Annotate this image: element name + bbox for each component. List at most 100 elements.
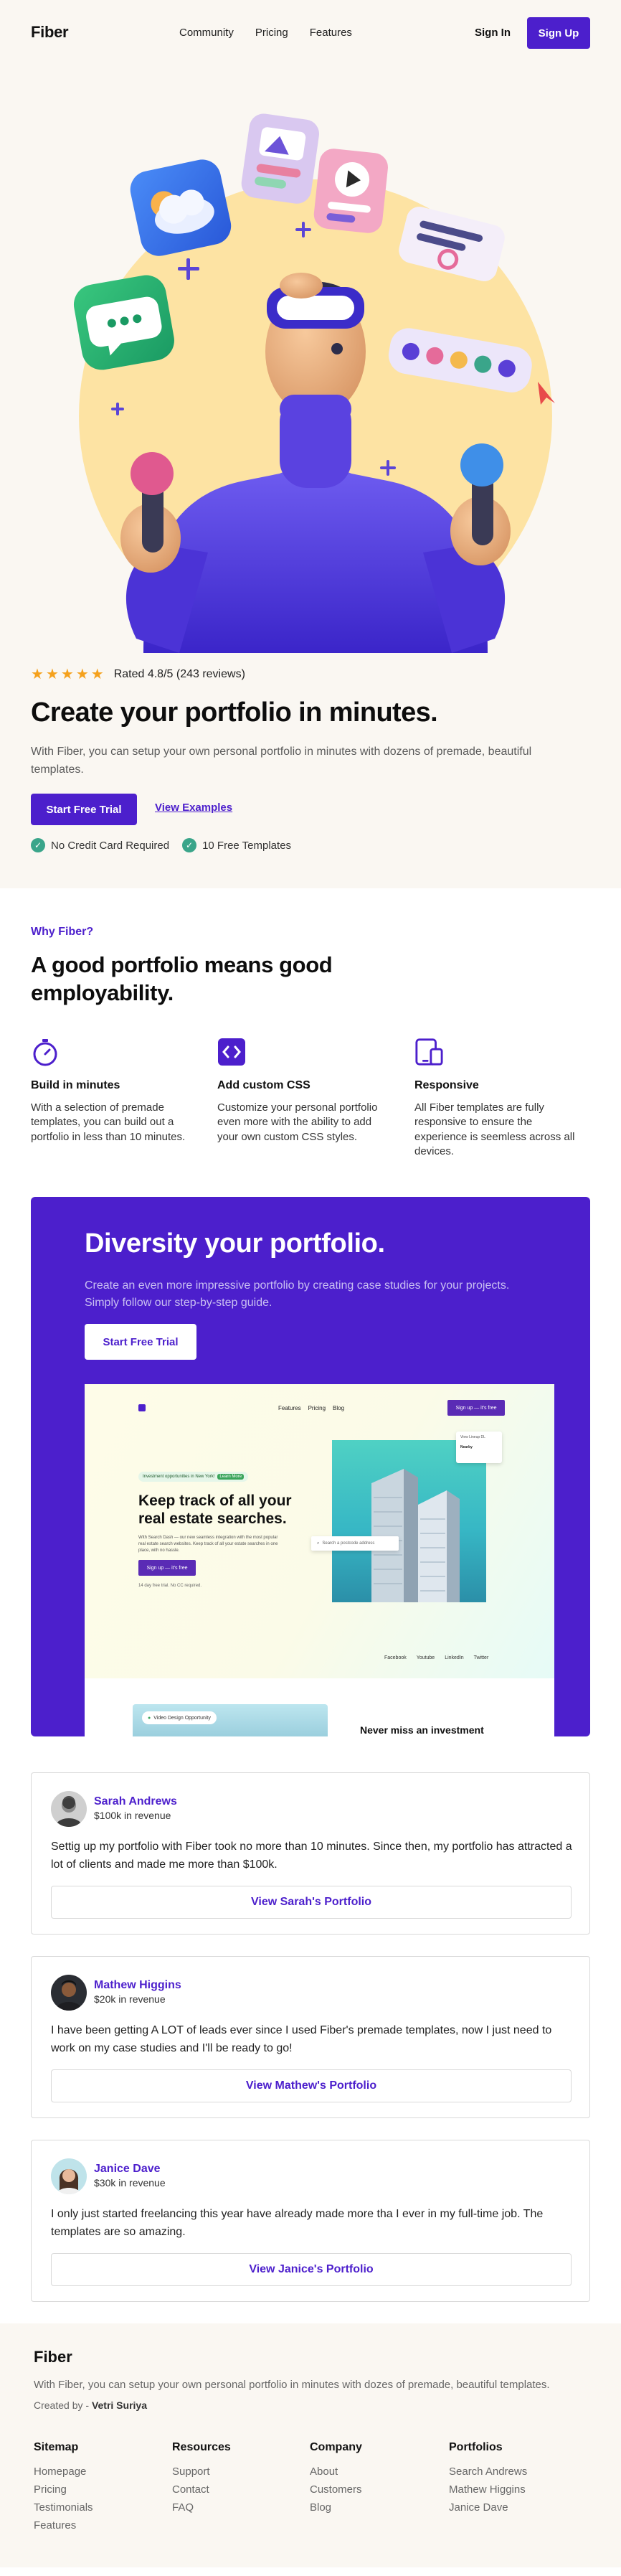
nav-link-features[interactable]: Features [310, 27, 352, 39]
feature-description: Customize your personal portfolio even m… [217, 1101, 378, 1143]
star-icon: ★ [60, 667, 74, 682]
preview-social-links: Facebook Youtube LinkedIn Twitter [384, 1655, 488, 1660]
start-free-trial-button[interactable]: Start Free Trial [31, 794, 137, 825]
preview-signup-button: Sign up — it's free [447, 1400, 505, 1416]
footer-column-title: Resources [172, 2441, 231, 2453]
view-portfolio-button[interactable]: View Janice's Portfolio [51, 2253, 572, 2286]
footer-link[interactable]: Customers [310, 2483, 362, 2496]
footer-column-company: Company About Customers Blog [310, 2441, 362, 2519]
feature-add-custom-css: Add custom CSS Customize your personal p… [217, 1038, 389, 1144]
preview-building-image [332, 1440, 486, 1602]
preview-nav-link: Blog [333, 1405, 345, 1411]
avatar [51, 1791, 87, 1827]
preview-pill-tag: Learn More [217, 1474, 245, 1480]
testimonial-name[interactable]: Sarah Andrews [94, 1795, 177, 1808]
preview-social-link: Youtube [416, 1655, 435, 1660]
hero-section: Fiber Community Pricing Features Sign In… [0, 0, 621, 888]
testimonial-quote: Settig up my portfolio with Fiber took n… [51, 1841, 572, 1871]
testimonial-card: Mathew Higgins $20k in revenue I have be… [31, 1956, 590, 2118]
feature-description: With a selection of premade templates, y… [31, 1101, 186, 1143]
footer-link[interactable]: Testimonials [34, 2501, 93, 2514]
view-examples-link[interactable]: View Examples [155, 802, 232, 814]
nav-links: Community Pricing Features [179, 27, 352, 39]
footer-link[interactable]: Contact [172, 2483, 231, 2496]
preview-search-placeholder: Search a postcode address [322, 1541, 375, 1546]
footer-link[interactable]: Pricing [34, 2483, 93, 2496]
rating: ★ ★ ★ ★ ★ Rated 4.8/5 (243 reviews) [31, 667, 245, 682]
testimonial-name[interactable]: Mathew Higgins [94, 1979, 181, 1992]
search-icon: ⌕ [317, 1541, 320, 1546]
devices-icon [414, 1038, 443, 1066]
testimonial-name[interactable]: Janice Dave [94, 2163, 161, 2176]
preview-note: 14 day free trial. No CC required. [138, 1584, 202, 1588]
feature-title: Add custom CSS [217, 1079, 310, 1091]
feature-responsive: Responsive All Fiber templates are fully… [414, 1038, 587, 1159]
feature-description: All Fiber templates are fully responsive… [414, 1101, 575, 1157]
footer-link[interactable]: Mathew Higgins [449, 2483, 527, 2496]
preview-paragraph: With Search Dash — our new seamless inte… [138, 1536, 278, 1553]
preview-logo [138, 1404, 146, 1411]
footer-link[interactable]: Janice Dave [449, 2501, 527, 2514]
preview-social-link: LinkedIn [445, 1655, 464, 1660]
diversity-description: Create an even more impressive portfolio… [85, 1279, 510, 1309]
hero-title: Create your portfolio in minutes. [31, 697, 438, 728]
play-card-icon [313, 149, 388, 233]
preview-floating-card: View Lineup DL Nearby [456, 1432, 502, 1463]
testimonial-quote: I only just started freelancing this yea… [51, 2208, 544, 2238]
testimonial-revenue: $30k in revenue [94, 2177, 166, 2189]
footer-column-title: Portfolios [449, 2441, 503, 2453]
check-item: ✓ 10 Free Templates [182, 838, 291, 852]
footer-link[interactable]: Blog [310, 2501, 362, 2514]
footer-credit-label: Created by - [34, 2399, 90, 2411]
why-section: Why Fiber? A good portfolio means good e… [0, 888, 621, 1197]
nav-link-pricing[interactable]: Pricing [255, 27, 288, 39]
footer-credit-name: Vetri Suriya [91, 2399, 147, 2411]
footer-logo[interactable]: Fiber [34, 2348, 72, 2366]
avatar [51, 1975, 87, 2011]
sign-in-link[interactable]: Sign In [475, 27, 511, 39]
testimonial-card: Sarah Andrews $100k in revenue Settig up… [31, 1772, 590, 1935]
preview-cta-button: Sign up — it's free [138, 1560, 196, 1576]
footer-link[interactable]: Homepage [34, 2465, 93, 2478]
feature-title: Responsive [414, 1079, 479, 1091]
preview-pill-text: Investment opportunities in New York! [143, 1475, 215, 1479]
preview-heading: Keep track of all your real estate searc… [138, 1493, 292, 1528]
preview-pill: Investment opportunities in New York! Le… [138, 1472, 249, 1482]
diversity-start-trial-button[interactable]: Start Free Trial [85, 1324, 196, 1360]
footer-column-title: Company [310, 2441, 362, 2453]
star-icon: ★ [90, 667, 104, 682]
check-item: ✓ No Credit Card Required [31, 838, 169, 852]
preview-bottom-heading: Never miss an investment [360, 1724, 484, 1736]
hero-checks: ✓ No Credit Card Required ✓ 10 Free Temp… [31, 838, 291, 852]
footer-link[interactable]: Support [172, 2465, 231, 2478]
view-portfolio-button[interactable]: View Mathew's Portfolio [51, 2069, 572, 2102]
footer-link[interactable]: Features [34, 2519, 93, 2532]
nav-link-community[interactable]: Community [179, 27, 234, 39]
testimonial-card: Janice Dave $30k in revenue I only just … [31, 2140, 590, 2302]
footer-link[interactable]: About [310, 2465, 362, 2478]
footer-column-resources: Resources Support Contact FAQ [172, 2441, 231, 2519]
footer-link[interactable]: Search Andrews [449, 2465, 527, 2478]
preview-social-link: Facebook [384, 1655, 407, 1660]
why-eyebrow: Why Fiber? [31, 926, 94, 938]
code-icon [217, 1038, 246, 1066]
preview-nav-link: Features [278, 1405, 301, 1411]
testimonials-section: Sarah Andrews $100k in revenue Settig up… [0, 1736, 621, 2302]
star-icon: ★ [31, 667, 44, 682]
diversity-title: Diversity your portfolio. [85, 1228, 385, 1259]
footer: Fiber With Fiber, you can setup your own… [0, 2323, 621, 2567]
top-nav: Fiber Community Pricing Features Sign In… [0, 0, 621, 66]
footer-column-sitemap: Sitemap Homepage Pricing Testimonials Fe… [34, 2441, 93, 2537]
footer-link[interactable]: FAQ [172, 2501, 231, 2514]
logo[interactable]: Fiber [31, 23, 69, 42]
template-preview: Features Pricing Blog Sign up — it's fre… [85, 1384, 554, 1736]
testimonial-revenue: $20k in revenue [94, 1993, 166, 2005]
check-label: 10 Free Templates [202, 839, 292, 852]
view-portfolio-button[interactable]: View Sarah's Portfolio [51, 1886, 572, 1919]
testimonial-quote: I have been getting A LOT of leads ever … [51, 2024, 552, 2054]
sign-up-button[interactable]: Sign Up [527, 17, 590, 49]
preview-bottom-pill: ● Video Design Opportunity [142, 1711, 217, 1724]
diversity-section: Diversity your portfolio. Create an even… [31, 1197, 590, 1736]
check-circle-icon: ✓ [182, 838, 197, 852]
avatar [51, 2158, 87, 2194]
